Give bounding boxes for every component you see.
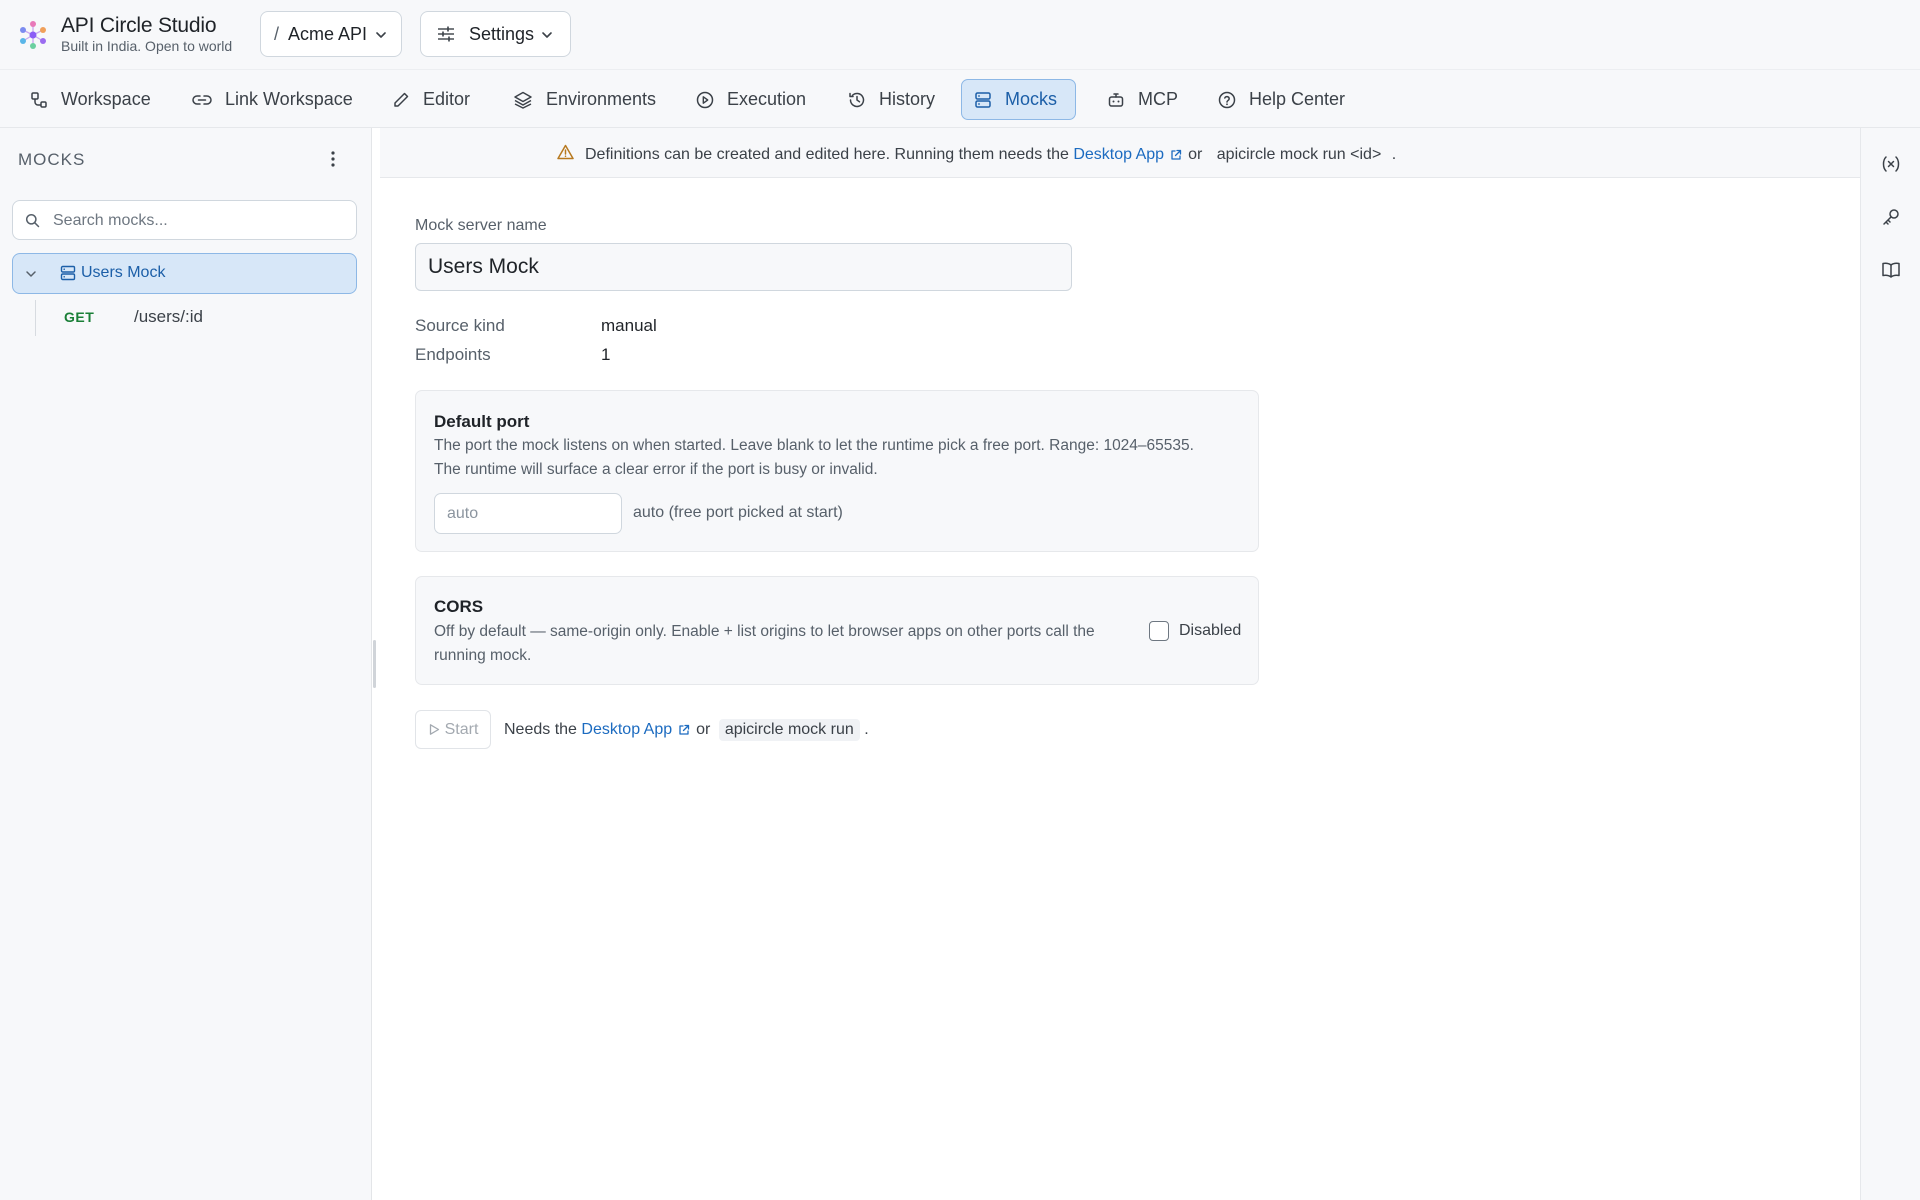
- warning-icon: [557, 144, 574, 160]
- project-slash: /: [274, 23, 280, 44]
- project-selector[interactable]: / Acme API: [260, 11, 402, 57]
- external-link-icon: [1170, 149, 1182, 161]
- port-input[interactable]: [434, 493, 622, 534]
- sliders-icon: [437, 26, 455, 42]
- source-kind-value: manual: [601, 316, 657, 335]
- app-logo-icon: [18, 18, 48, 52]
- server-icon: [60, 265, 76, 281]
- nav-help-center[interactable]: Help Center: [1206, 79, 1363, 120]
- sidebar-title: MOCKS: [18, 150, 86, 169]
- cli-command: apicircle mock run <id>: [1216, 146, 1382, 163]
- nav-label: History: [879, 89, 936, 109]
- needs-end: .: [864, 721, 869, 738]
- nav-history[interactable]: History: [836, 79, 953, 120]
- search-input[interactable]: [53, 209, 343, 233]
- cli-command: apicircle mock run: [718, 719, 860, 741]
- banner-text: Definitions can be created and edited he…: [585, 146, 1069, 163]
- banner-end: .: [1391, 146, 1397, 163]
- default-port-title: Default port: [434, 412, 530, 431]
- start-label: Start: [444, 720, 479, 738]
- nav-link-workspace[interactable]: Link Workspace: [180, 79, 371, 120]
- play-icon: [429, 724, 439, 735]
- more-vertical-icon[interactable]: [325, 149, 341, 169]
- link-icon: [192, 93, 212, 107]
- history-icon: [848, 91, 866, 109]
- banner-or: or: [1188, 146, 1203, 163]
- nav-label: Mocks: [1005, 89, 1058, 109]
- endpoints-label: Endpoints: [415, 345, 491, 364]
- nav-label: Editor: [423, 89, 471, 109]
- layers-icon: [513, 91, 533, 109]
- endpoints-count: 1: [601, 345, 611, 364]
- mock-item-label: Users Mock: [81, 264, 166, 281]
- desktop-app-link[interactable]: Desktop App: [581, 721, 672, 739]
- default-port-desc-1: The port the mock listens on when starte…: [434, 437, 1194, 454]
- banner-message: Definitions can be created and edited he…: [585, 144, 1396, 166]
- nav-label: MCP: [1138, 89, 1178, 109]
- mock-name-label: Mock server name: [415, 217, 547, 234]
- search-icon: [25, 213, 40, 228]
- nav-mocks[interactable]: Mocks: [961, 79, 1077, 120]
- nav-label: Link Workspace: [225, 89, 353, 109]
- nav-editor[interactable]: Editor: [380, 79, 488, 120]
- chevron-down-icon[interactable]: [25, 269, 37, 279]
- book-icon[interactable]: [1881, 260, 1901, 280]
- project-name: Acme API: [288, 23, 368, 44]
- cors-title: CORS: [434, 597, 484, 616]
- endpoint-path: /users/:id: [134, 307, 203, 326]
- nav-mcp[interactable]: MCP: [1095, 79, 1196, 120]
- chevron-down-icon: [540, 28, 554, 42]
- search-box: [12, 200, 357, 240]
- cors-card: CORS Off by default — same-origin only. …: [415, 576, 1259, 685]
- workspace-icon: [30, 91, 48, 109]
- port-hint: auto (free port picked at start): [633, 504, 843, 521]
- bot-icon: [1107, 91, 1125, 109]
- desktop-app-link[interactable]: Desktop App: [1073, 146, 1164, 164]
- server-icon: [974, 91, 992, 109]
- settings-button[interactable]: Settings: [420, 11, 571, 57]
- needs-or: or: [696, 721, 711, 738]
- default-port-desc-2: The runtime will surface a clear error i…: [434, 461, 878, 478]
- nav-label: Help Center: [1249, 89, 1346, 109]
- key-icon[interactable]: [1881, 207, 1901, 227]
- cors-checkbox[interactable]: [1149, 621, 1169, 641]
- needs-text: Needs the: [504, 721, 577, 738]
- nav-execution[interactable]: Execution: [684, 79, 824, 120]
- nav-label: Environments: [546, 89, 657, 109]
- settings-label: Settings: [469, 23, 535, 44]
- mock-name-input[interactable]: [415, 243, 1072, 291]
- endpoint-item[interactable]: GET /users/:id: [12, 300, 357, 336]
- cors-checkbox-label: Disabled: [1179, 622, 1242, 639]
- variable-icon[interactable]: [1881, 154, 1901, 174]
- nav-label: Workspace: [61, 89, 151, 109]
- right-tool-rail: [1860, 128, 1920, 1200]
- main-nav: Workspace Link Workspace Editor Environm…: [0, 70, 1920, 128]
- app-title: API Circle Studio: [61, 14, 217, 37]
- default-port-card: Default port The port the mock listens o…: [415, 390, 1259, 552]
- top-bar: API Circle Studio Built in India. Open t…: [0, 0, 1920, 70]
- start-button[interactable]: Start: [415, 710, 491, 749]
- info-banner: Definitions can be created and edited he…: [380, 128, 1860, 178]
- nav-environments[interactable]: Environments: [501, 79, 674, 120]
- pencil-icon: [392, 91, 410, 109]
- start-requirement-note: Needs the Desktop App or apicircle mock r…: [504, 719, 869, 741]
- external-link-icon: [678, 724, 690, 736]
- mock-item-users-mock[interactable]: Users Mock: [12, 253, 357, 294]
- mocks-sidebar: MOCKS Users Mock GET /users/:id: [0, 128, 372, 1200]
- cors-desc-1: Off by default — same-origin only. Enabl…: [434, 623, 1095, 640]
- nav-workspace[interactable]: Workspace: [18, 79, 169, 120]
- play-circle-icon: [696, 91, 714, 109]
- nav-label: Execution: [727, 89, 807, 109]
- cors-desc-2: running mock.: [434, 647, 532, 664]
- help-circle-icon: [1218, 91, 1236, 109]
- source-kind-label: Source kind: [415, 316, 505, 335]
- chevron-down-icon: [374, 28, 388, 42]
- sidebar-resize-handle[interactable]: [373, 640, 376, 688]
- tree-guide-line: [35, 300, 36, 336]
- http-method-badge: GET: [64, 309, 95, 325]
- app-tagline: Built in India. Open to world: [61, 38, 233, 54]
